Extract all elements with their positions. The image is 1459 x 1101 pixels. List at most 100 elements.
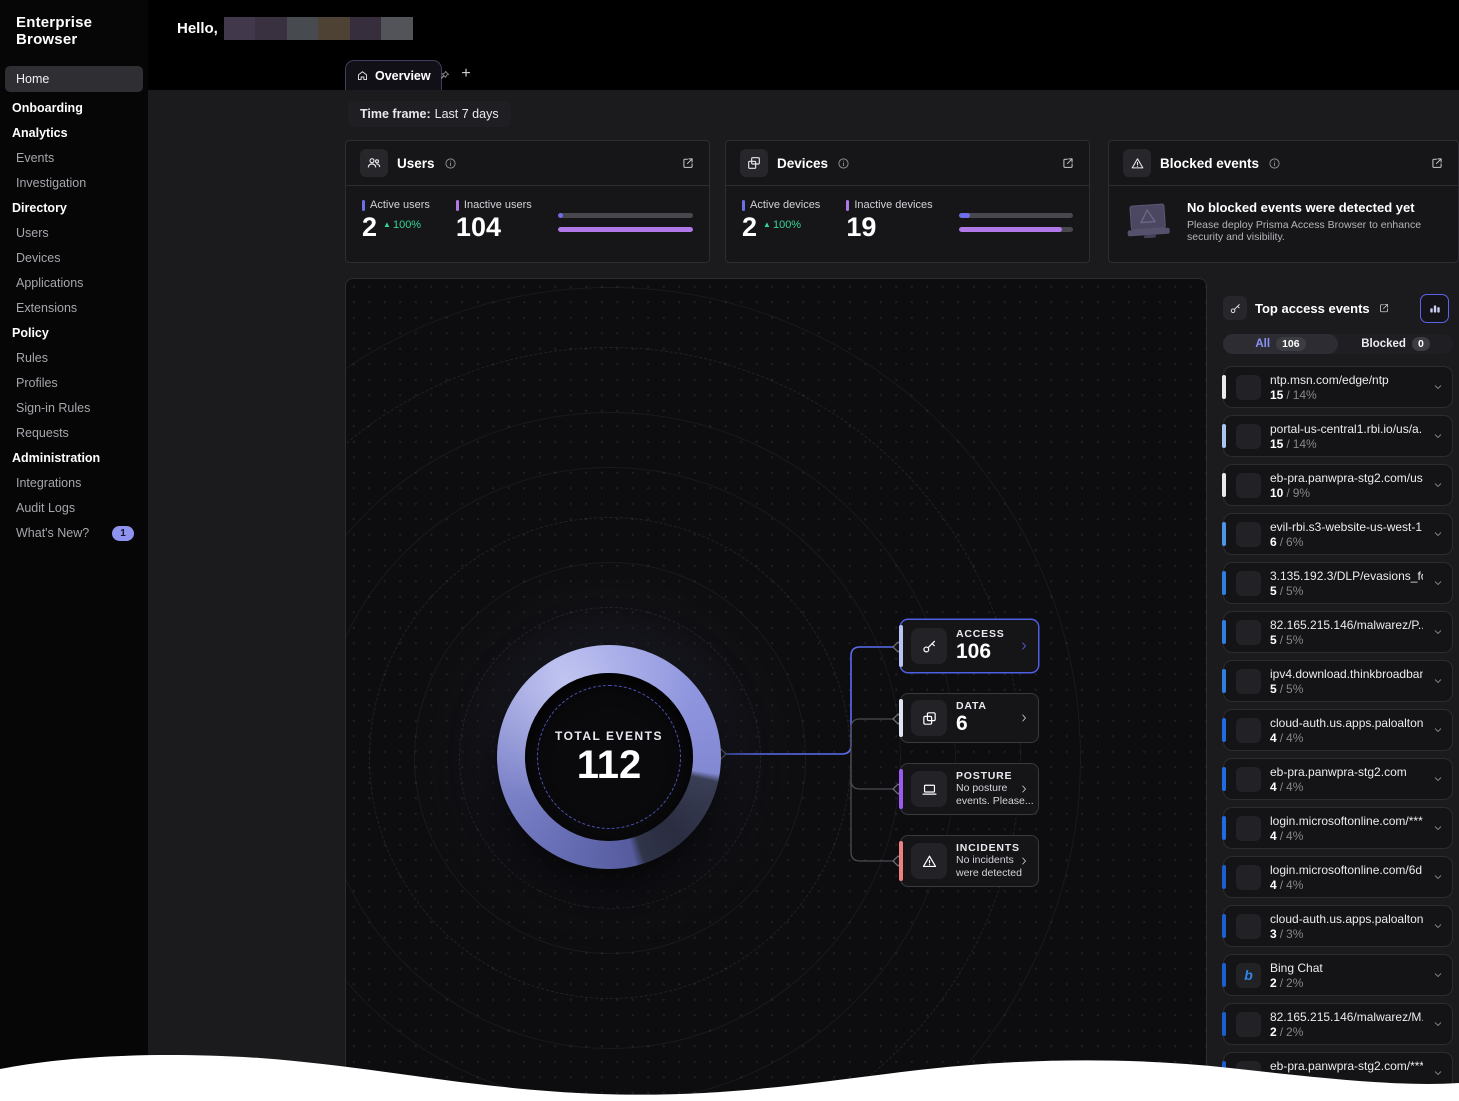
sidebar-item-audit-logs[interactable]: Audit Logs — [0, 496, 148, 521]
access-value: 106 — [956, 640, 1009, 664]
total-events-donut[interactable]: TOTAL EVENTS 112 — [497, 645, 721, 869]
chevron-down-icon[interactable] — [1432, 920, 1444, 932]
active-devices-value: 2 — [742, 213, 757, 243]
sidebar-item-events[interactable]: Events — [0, 146, 148, 171]
data-value: 6 — [956, 712, 1009, 736]
sidebar-item-users[interactable]: Users — [0, 221, 148, 246]
access-event-row[interactable]: 3.135.192.3/DLP/evasions_fo... 5/5% — [1223, 562, 1453, 604]
access-event-row[interactable]: 82.165.215.146/malwarez/P... 5/5% — [1223, 611, 1453, 653]
top-access-panel: Top access events All 106 Blocked 0 ntp.… — [1219, 280, 1459, 1101]
app-root: Hello, Overview + Enterprise Browser Hom… — [0, 0, 1459, 1101]
access-event-row[interactable]: cloud-auth.us.apps.paloaltone... 4/4% — [1223, 709, 1453, 751]
pin-icon[interactable] — [438, 69, 451, 82]
sidebar-item-onboarding[interactable]: Onboarding — [0, 96, 148, 121]
site-favicon — [1236, 914, 1261, 939]
chevron-down-icon[interactable] — [1432, 528, 1444, 540]
access-label: ACCESS — [956, 628, 1009, 640]
sidebar-item-requests[interactable]: Requests — [0, 421, 148, 446]
site-favicon — [1236, 424, 1261, 449]
external-link-icon[interactable] — [681, 156, 695, 170]
all-count-badge: 106 — [1276, 337, 1306, 351]
access-event-row[interactable]: evil-rbi.s3-website-us-west-1... 6/6% — [1223, 513, 1453, 555]
sidebar-item-rules[interactable]: Rules — [0, 346, 148, 371]
chevron-down-icon[interactable] — [1432, 675, 1444, 687]
users-icon — [360, 149, 388, 177]
chevron-down-icon[interactable] — [1432, 1067, 1444, 1079]
chevron-down-icon[interactable] — [1432, 1018, 1444, 1030]
chevron-down-icon[interactable] — [1432, 430, 1444, 442]
access-event-row[interactable]: ipv4.download.thinkbroadban... 5/5% — [1223, 660, 1453, 702]
info-icon[interactable] — [444, 157, 457, 170]
site-favicon — [1236, 473, 1261, 498]
site-favicon — [1236, 571, 1261, 596]
greeting-text: Hello, — [177, 20, 218, 37]
header: Hello, Overview + — [148, 0, 1459, 90]
tab-overview[interactable]: Overview — [345, 60, 442, 90]
chevron-down-icon[interactable] — [1432, 724, 1444, 736]
active-devices-stat: Active devices 2 ▲100% — [742, 199, 820, 243]
external-link-icon[interactable] — [1378, 302, 1390, 314]
access-event-row[interactable]: 82.165.215.146/malwarez/M... 2/2% — [1223, 1003, 1453, 1045]
redacted-username — [224, 17, 413, 40]
blocked-count-badge: 0 — [1412, 337, 1430, 351]
chevron-down-icon[interactable] — [1432, 626, 1444, 638]
access-event-row[interactable]: cloud-auth.us.apps.paloaltone... 3/3% — [1223, 905, 1453, 947]
sidebar-item-investigation[interactable]: Investigation — [0, 171, 148, 196]
warning-triangle-icon — [1123, 149, 1151, 177]
site-favicon — [1236, 1061, 1261, 1086]
sidebar-item-profiles[interactable]: Profiles — [0, 371, 148, 396]
chart-view-button[interactable] — [1420, 294, 1449, 323]
node-incidents[interactable]: INCIDENTS No incidents were detected — [900, 835, 1039, 887]
access-event-row[interactable]: eb-pra.panwpra-stg2.com/us... 10/9% — [1223, 464, 1453, 506]
external-link-icon[interactable] — [1430, 156, 1444, 170]
access-event-row[interactable]: login.microsoftonline.com/**** 4/4% — [1223, 807, 1453, 849]
inactive-devices-stat: Inactive devices 19 — [846, 199, 932, 243]
chevron-down-icon[interactable] — [1432, 577, 1444, 589]
sidebar-item-whats-new[interactable]: What's New? 1 — [0, 521, 148, 546]
site-favicon — [1236, 620, 1261, 645]
node-access[interactable]: ACCESS 106 — [900, 619, 1039, 673]
external-link-icon[interactable] — [1061, 156, 1075, 170]
access-event-row[interactable]: eb-pra.panwpra-stg2.com/**** 2/2% — [1223, 1052, 1453, 1094]
sidebar-item-devices[interactable]: Devices — [0, 246, 148, 271]
tab-all[interactable]: All 106 — [1223, 334, 1338, 354]
top-access-title: Top access events — [1255, 301, 1370, 316]
node-data[interactable]: DATA 6 — [900, 693, 1039, 743]
site-favicon — [1236, 718, 1261, 743]
access-filter-tabs: All 106 Blocked 0 — [1223, 334, 1453, 354]
access-event-row[interactable]: ntp.msn.com/edge/ntp 15/14% — [1223, 366, 1453, 408]
chevron-down-icon[interactable] — [1432, 871, 1444, 883]
blocked-card-title: Blocked events — [1160, 156, 1259, 171]
sidebar-item-extensions[interactable]: Extensions — [0, 296, 148, 321]
site-favicon — [1236, 767, 1261, 792]
users-ratio-bars — [558, 213, 693, 232]
info-icon[interactable] — [837, 157, 850, 170]
inactive-users-stat: Inactive users 104 — [456, 199, 532, 243]
sidebar-item-applications[interactable]: Applications — [0, 271, 148, 296]
access-event-row[interactable]: portal-us-central1.rbi.io/us/a... 15/14% — [1223, 415, 1453, 457]
timeframe-pill[interactable]: Time frame: Last 7 days — [348, 101, 511, 127]
access-event-row[interactable]: b Bing Chat 2/2% — [1223, 954, 1453, 996]
info-icon[interactable] — [1268, 157, 1281, 170]
new-tab-button[interactable]: + — [454, 62, 478, 86]
chevron-down-icon[interactable] — [1432, 773, 1444, 785]
sidebar-item-home[interactable]: Home — [5, 66, 143, 92]
warning-triangle-icon — [911, 843, 947, 879]
node-posture[interactable]: POSTURE No posture events. Please... — [900, 763, 1039, 815]
site-favicon — [1236, 1012, 1261, 1037]
site-favicon — [1236, 522, 1261, 547]
sidebar-item-integrations[interactable]: Integrations — [0, 471, 148, 496]
sidebar-item-signin-rules[interactable]: Sign-in Rules — [0, 396, 148, 421]
chevron-down-icon[interactable] — [1432, 822, 1444, 834]
chevron-down-icon[interactable] — [1432, 479, 1444, 491]
devices-card-title: Devices — [777, 156, 828, 171]
connector-lines — [346, 279, 1207, 1101]
chevron-down-icon[interactable] — [1432, 969, 1444, 981]
access-event-row[interactable]: eb-pra.panwpra-stg2.com 4/4% — [1223, 758, 1453, 800]
chevron-right-icon — [1018, 783, 1030, 795]
tab-blocked[interactable]: Blocked 0 — [1338, 334, 1453, 354]
chevron-down-icon[interactable] — [1432, 381, 1444, 393]
timeframe-label: Time frame: — [360, 107, 431, 121]
access-event-row[interactable]: login.microsoftonline.com/6d... 4/4% — [1223, 856, 1453, 898]
blocked-headline: No blocked events were detected yet — [1187, 200, 1444, 215]
